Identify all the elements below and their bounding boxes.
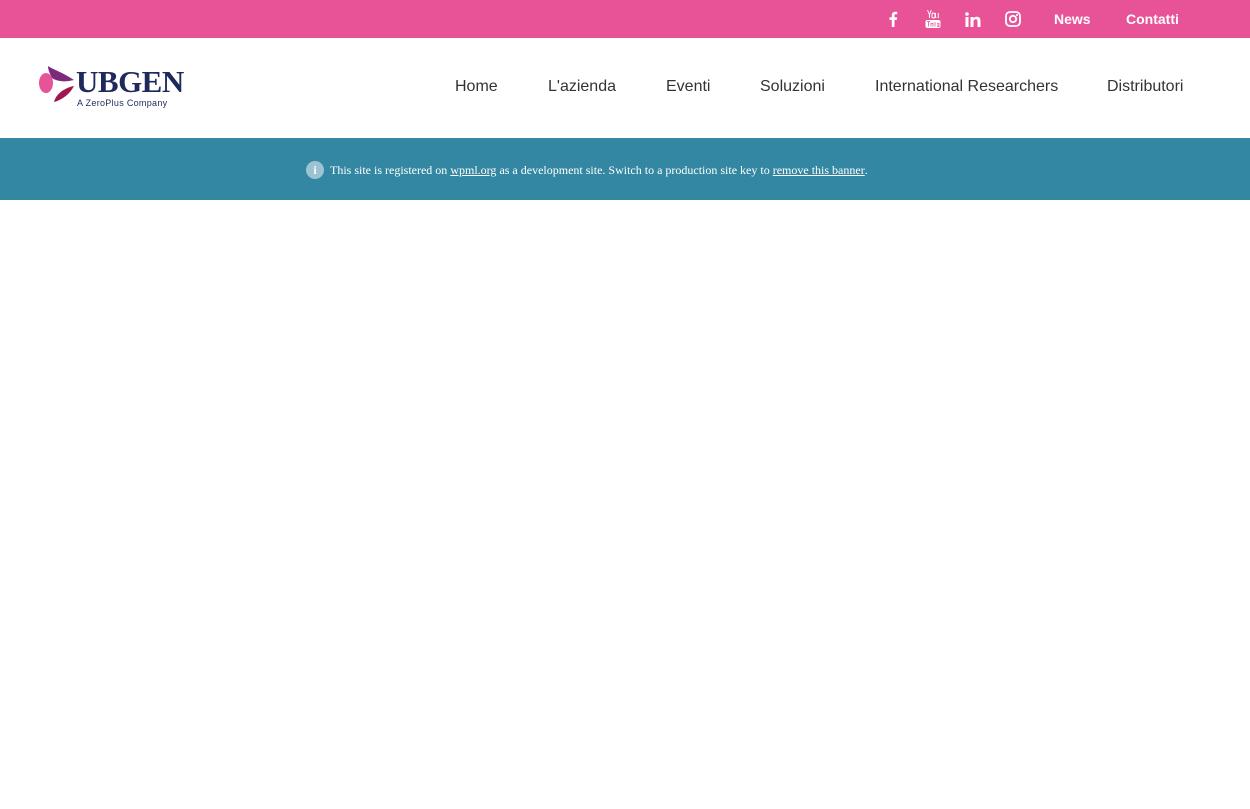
logo-tagline: A ZeroPlus Company <box>77 98 168 108</box>
wpml-notice-banner: i This site is registered on wpml.org as… <box>0 138 1250 200</box>
news-link[interactable]: News <box>1054 11 1091 27</box>
nav-home[interactable]: Home <box>455 78 498 96</box>
info-icon: i <box>306 161 324 179</box>
youtube-icon[interactable] <box>923 9 943 29</box>
top-bar: News Contatti <box>0 0 1250 38</box>
nav-distributori[interactable]: Distributori <box>1107 78 1183 96</box>
site-header: UBGEN A ZeroPlus Company Home L'azienda … <box>0 38 1250 138</box>
banner-text-middle: as a development site. Switch to a produ… <box>499 162 770 177</box>
instagram-icon[interactable] <box>1003 9 1023 29</box>
banner-text-before: This site is registered on <box>330 162 448 177</box>
logo-wordmark: UBGEN <box>76 64 184 99</box>
facebook-icon[interactable] <box>883 9 903 29</box>
linkedin-icon[interactable] <box>963 9 983 29</box>
nav-eventi[interactable]: Eventi <box>666 78 710 96</box>
contatti-link[interactable]: Contatti <box>1126 11 1179 27</box>
banner-text-end: . <box>864 162 868 177</box>
nav-international-researchers[interactable]: International Researchers <box>875 78 1058 96</box>
remove-banner-link[interactable]: remove this banner <box>773 163 865 178</box>
main-content <box>0 200 1250 809</box>
banner-message: i This site is registered on wpml.org as… <box>306 160 868 180</box>
logo-mark-icon <box>39 66 74 102</box>
nav-soluzioni[interactable]: Soluzioni <box>760 78 825 96</box>
ubgen-logo[interactable]: UBGEN A ZeroPlus Company <box>38 62 198 114</box>
nav-azienda[interactable]: L'azienda <box>548 78 616 96</box>
wpml-link[interactable]: wpml.org <box>450 163 496 178</box>
